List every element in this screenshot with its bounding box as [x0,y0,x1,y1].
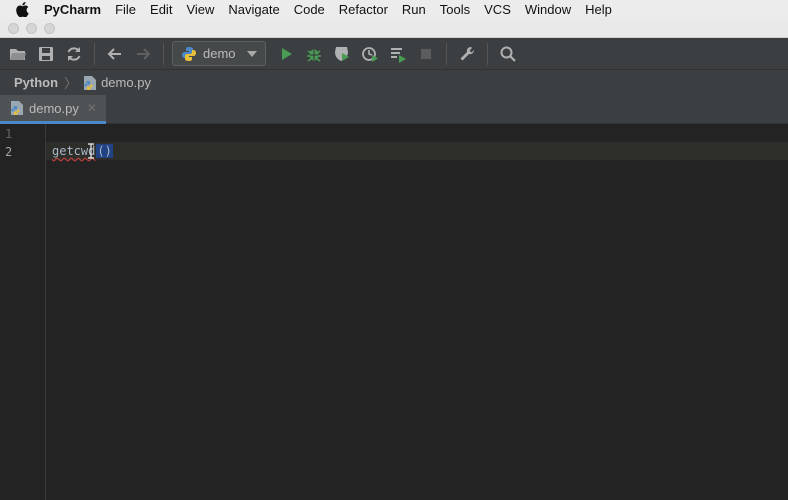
run-config-label: demo [203,46,236,61]
menu-navigate[interactable]: Navigate [228,2,279,17]
breadcrumb-file[interactable]: demo.py [83,75,151,91]
menu-run[interactable]: Run [402,2,426,17]
close-icon[interactable]: ✕ [87,101,97,115]
line-number: 1 [5,127,13,141]
menu-file[interactable]: File [115,2,136,17]
close-window-button[interactable] [8,22,19,34]
forward-arrow-icon[interactable] [129,40,157,68]
run-configuration-dropdown[interactable]: demo [172,41,266,66]
main-toolbar: demo [0,38,788,70]
toolbar-separator [446,42,447,65]
menu-refactor[interactable]: Refactor [339,2,388,17]
menu-code[interactable]: Code [294,2,325,17]
coverage-icon[interactable] [328,40,356,68]
save-icon[interactable] [32,40,60,68]
text-cursor-icon [88,143,94,159]
window-title-bar [0,19,788,38]
menu-window[interactable]: Window [525,2,571,17]
breadcrumb-project[interactable]: Python [14,75,58,90]
settings-wrench-icon[interactable] [453,40,481,68]
python-file-icon [84,75,97,90]
menu-tools[interactable]: Tools [440,2,470,17]
menu-view[interactable]: View [186,2,214,17]
code-editor[interactable]: 1 2 getcwd() [0,124,788,500]
menu-vcs[interactable]: VCS [484,2,511,17]
menu-help[interactable]: Help [585,2,612,17]
code-line[interactable]: getcwd() [52,142,113,160]
chevron-down-icon [247,50,257,57]
apple-icon[interactable] [0,2,44,17]
menu-app-name[interactable]: PyCharm [44,2,101,17]
tab-demo-py[interactable]: demo.py ✕ [0,95,106,124]
python-icon [182,46,196,61]
search-icon[interactable] [494,40,522,68]
navigation-breadcrumb: Python 〉 demo.py [0,70,788,95]
tab-label: demo.py [29,100,79,116]
chevron-right-icon: 〉 [64,76,78,91]
zoom-window-button[interactable] [44,22,55,34]
debug-icon[interactable] [300,40,328,68]
run-icon[interactable] [272,40,300,68]
line-number-gutter: 1 2 [0,124,46,500]
toolbar-separator [163,42,164,65]
python-file-icon [11,101,23,115]
current-line-highlight [0,142,788,160]
macos-menubar: PyCharm File Edit View Navigate Code Ref… [0,0,788,19]
line-number: 2 [5,145,13,159]
toolbar-separator [487,42,488,65]
stop-icon[interactable] [412,40,440,68]
selected-parentheses[interactable]: () [96,144,113,158]
concurrency-icon[interactable] [384,40,412,68]
sync-icon[interactable] [60,40,88,68]
back-arrow-icon[interactable] [101,40,129,68]
editor-tab-bar: demo.py ✕ [0,95,788,124]
toolbar-separator [94,42,95,65]
open-folder-icon[interactable] [4,40,32,68]
menu-edit[interactable]: Edit [150,2,172,17]
breadcrumb-file-label: demo.py [101,75,151,90]
profile-icon[interactable] [356,40,384,68]
minimize-window-button[interactable] [26,22,37,34]
